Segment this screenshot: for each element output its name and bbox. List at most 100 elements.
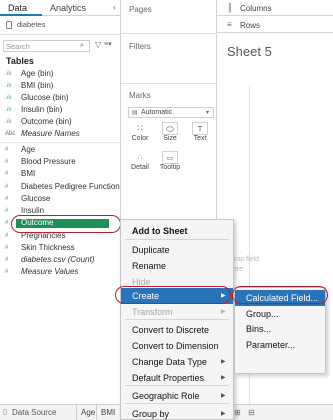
new-dashboard-icon[interactable]: ⊟ <box>248 408 255 417</box>
collapse-pane-icon[interactable]: ‹ <box>113 2 116 12</box>
bin-icon: .ılı <box>5 95 12 101</box>
sheet-tab-age[interactable]: Age <box>76 405 96 420</box>
datasource-row[interactable]: diabetes <box>0 18 121 32</box>
mark-card-color[interactable]: ∷ Color <box>127 122 153 146</box>
columns-shelf[interactable]: ║ Columns <box>217 0 333 16</box>
menu-item-add-to-sheet[interactable]: Add to Sheet <box>121 223 233 239</box>
search-box[interactable]: ⌕ <box>3 40 90 52</box>
mark-card-label: Color <box>131 135 149 142</box>
menu-item-convert-to-discrete[interactable]: Convert to Discrete <box>121 322 233 338</box>
menu-item-default-properties[interactable]: Default Properties ▶ <box>121 370 233 386</box>
tooltip-icon: ▭ <box>162 151 178 164</box>
menu-item-change-data-type[interactable]: Change Data Type ▶ <box>121 354 233 370</box>
size-icon: ⬭ <box>162 122 178 135</box>
bin-icon: .ılı <box>5 107 12 113</box>
sheet-tab-bmi[interactable]: BMI <box>96 405 120 420</box>
field-label: Insulin (bin) <box>21 105 63 114</box>
field-item[interactable]: # Diabetes Pedigree Function <box>0 181 121 193</box>
annotation-circle-create <box>115 286 231 304</box>
mark-card-detail[interactable]: ∴ Detail <box>127 151 153 175</box>
menu-item-label: Transform <box>132 307 173 317</box>
measure-icon: # <box>5 208 9 214</box>
menu-item-label: Rename <box>132 261 167 271</box>
mark-card-tooltip[interactable]: ▭ Tooltip <box>157 151 183 175</box>
menu-item-label: Add to Sheet <box>132 226 188 236</box>
field-item[interactable]: .ılı Outcome (bin) <box>0 116 121 128</box>
measure-icon: # <box>5 257 9 263</box>
menu-item-convert-to-dimension[interactable]: Convert to Dimension <box>121 338 233 354</box>
bin-icon: .ılı <box>5 83 12 89</box>
menu-item-label: Default Properties <box>132 373 205 383</box>
measure-icon: # <box>5 269 9 275</box>
menu-item-group-by[interactable]: Group by ▶ <box>121 406 233 420</box>
mark-card-label: Text <box>193 135 207 142</box>
field-item[interactable]: # Blood Pressure <box>0 156 121 168</box>
submenu-item-group[interactable]: Group... <box>235 306 325 322</box>
measure-icon: # <box>5 159 9 165</box>
measure-icon: # <box>5 171 9 177</box>
field-label: Glucose <box>21 194 51 203</box>
measure-icon: # <box>5 245 9 251</box>
columns-shelf-label: Columns <box>240 4 272 13</box>
mark-card-text[interactable]: T Text <box>187 122 213 146</box>
field-item[interactable]: .ılı Glucose (bin) <box>0 92 121 104</box>
field-label: Measure Values <box>21 267 79 276</box>
chevron-right-icon: ▶ <box>221 309 226 315</box>
field-item[interactable]: .ılı BMI (bin) <box>0 80 121 92</box>
field-context-menu: Add to Sheet Duplicate Rename Hide Create ▶ Tr… <box>120 219 234 420</box>
field-item[interactable]: # Skin Thickness <box>0 242 121 254</box>
database-icon <box>6 21 12 29</box>
menu-item-geographic-role[interactable]: Geographic Role ▶ <box>121 388 233 404</box>
field-item[interactable]: .ılı Age (bin) <box>0 68 121 80</box>
annotation-circle-outcome <box>11 215 121 233</box>
submenu-item-bins[interactable]: Bins... <box>235 321 325 337</box>
measure-icon: # <box>5 147 9 153</box>
field-item[interactable]: # Age <box>0 144 121 156</box>
field-item[interactable]: # Measure Values <box>0 266 121 278</box>
detail-icon: ∴ <box>137 154 143 161</box>
field-item[interactable]: .ılı Insulin (bin) <box>0 104 121 116</box>
chevron-right-icon: ▶ <box>221 359 226 365</box>
mark-type-value: Automatic <box>141 109 173 116</box>
new-worksheet-icon[interactable]: ⊞ <box>234 408 241 417</box>
mark-card-label: Tooltip <box>159 164 181 171</box>
menu-item-duplicate[interactable]: Duplicate <box>121 242 233 258</box>
sheet-title[interactable]: Sheet 5 <box>227 44 272 59</box>
mark-card-size[interactable]: ⬭ Size <box>157 122 183 146</box>
rows-shelf[interactable]: ≡ Rows <box>217 17 333 33</box>
search-icon: ⌕ <box>80 42 84 49</box>
divider <box>121 33 217 34</box>
measure-icon: # <box>5 196 9 202</box>
field-item[interactable]: # diabetes.csv (Count) <box>0 254 121 266</box>
field-label: Glucose (bin) <box>21 93 69 102</box>
field-item[interactable]: Abc Measure Names <box>0 128 121 140</box>
tab-analytics[interactable]: Analytics <box>42 0 108 16</box>
field-item[interactable]: # Glucose <box>0 193 121 205</box>
menu-item-label: Convert to Dimension <box>132 341 219 351</box>
field-item[interactable]: # BMI <box>0 168 121 180</box>
data-pane: Data Analytics ‹ diabetes ⌕ ▽ ≡▾ Tables … <box>0 0 121 404</box>
search-input[interactable] <box>6 41 76 51</box>
measure-icon: # <box>5 220 9 226</box>
menu-separator <box>125 239 229 240</box>
chevron-down-icon: ▾ <box>206 110 210 116</box>
filter-icon[interactable]: ▽ <box>95 40 101 49</box>
field-label: Diabetes Pedigree Function <box>21 182 120 191</box>
field-label: Age <box>21 145 36 154</box>
submenu-item-parameter[interactable]: Parameter... <box>235 337 325 353</box>
view-options-icon[interactable]: ≡▾ <box>104 40 112 48</box>
menu-item-label: Duplicate <box>132 245 170 255</box>
tab-data[interactable]: Data <box>0 0 42 16</box>
color-icon: ∷ <box>137 123 143 133</box>
text-icon: T <box>192 122 208 135</box>
chevron-right-icon: ▶ <box>221 375 226 381</box>
field-label: Blood Pressure <box>21 157 76 166</box>
field-label: diabetes.csv (Count) <box>21 255 95 264</box>
field-label: Outcome (bin) <box>21 117 72 126</box>
mark-type-icon: ▤ <box>132 110 138 116</box>
field-label: BMI (bin) <box>21 81 54 90</box>
mark-type-select[interactable]: ▤ Automatic ▾ <box>128 107 214 118</box>
datasource-tab[interactable]: ▯ Data Source <box>0 405 76 420</box>
menu-item-rename[interactable]: Rename <box>121 258 233 274</box>
field-label: Measure Names <box>21 129 80 138</box>
